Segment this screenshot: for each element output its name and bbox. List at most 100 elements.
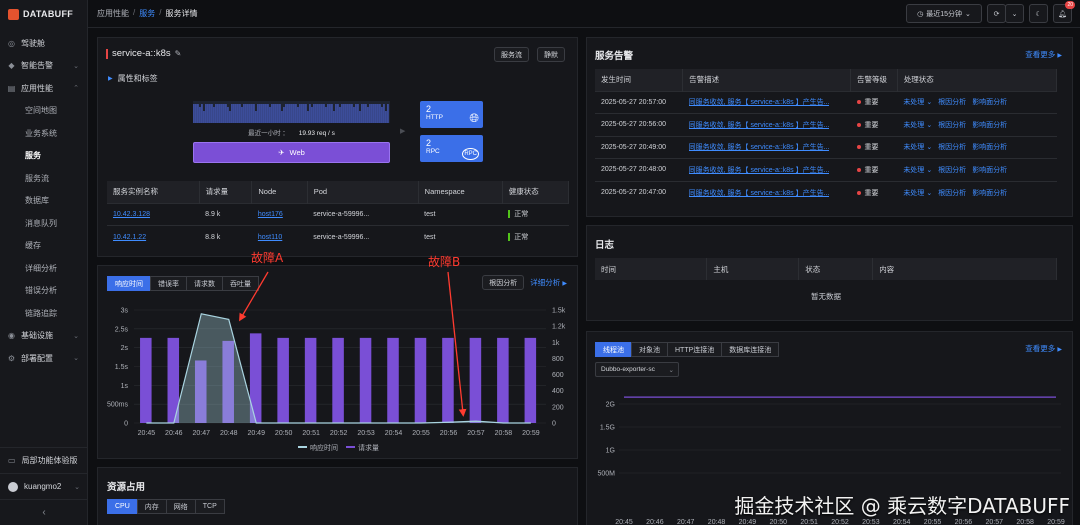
sidebar-item-6[interactable]: 服务流 bbox=[0, 167, 87, 190]
alert-description[interactable]: 同服务收敛, 服务【 service-a::k8s 】产生告... bbox=[689, 97, 830, 107]
brand-logo[interactable]: DATABUFF bbox=[0, 0, 87, 28]
legend-label-requests[interactable]: 请求量 bbox=[358, 443, 379, 452]
column-header[interactable]: 主机 bbox=[706, 258, 800, 280]
alert-status-dropdown[interactable]: 未处理 bbox=[903, 167, 924, 174]
tab-0[interactable]: 响应时间 bbox=[107, 276, 151, 291]
tab-0[interactable]: 线程池 bbox=[595, 342, 632, 357]
root-cause-button[interactable]: 根因分析 bbox=[482, 275, 525, 290]
column-header[interactable]: 内容 bbox=[872, 258, 1057, 280]
column-header[interactable]: 状态 bbox=[798, 258, 874, 280]
sidebar-item-3[interactable]: 空间地图 bbox=[0, 100, 87, 123]
table-cell[interactable]: 10.42.1.22 bbox=[107, 225, 200, 248]
sidebar-item-4[interactable]: 业务系统 bbox=[0, 122, 87, 145]
sidebar-item-2[interactable]: ▤ 应用性能 ⌃ bbox=[0, 77, 87, 100]
web-entry-button[interactable]: ✈ Web bbox=[193, 142, 390, 163]
notification-button[interactable]: 🔔︎ 20 bbox=[1053, 1, 1075, 23]
impact-analysis-link[interactable]: 影响面分析 bbox=[972, 144, 1007, 151]
tab-1[interactable]: 错误率 bbox=[150, 276, 187, 291]
tab-0[interactable]: CPU bbox=[107, 499, 138, 514]
column-header[interactable]: 请求量 bbox=[199, 181, 253, 203]
alert-status-dropdown[interactable]: 未处理 bbox=[903, 144, 924, 151]
root-cause-link[interactable]: 根因分析 bbox=[938, 144, 966, 151]
column-header[interactable]: 健康状态 bbox=[502, 181, 570, 203]
sidebar-item-10[interactable]: 详细分析 bbox=[0, 257, 87, 280]
alert-description[interactable]: 同服务收敛, 服务【 service-a::k8s 】产生告... bbox=[689, 142, 830, 152]
breadcrumb-app-performance[interactable]: 应用性能 bbox=[97, 8, 129, 19]
service-flow-button[interactable]: 服务流 bbox=[494, 47, 529, 62]
column-header[interactable]: 时间 bbox=[595, 258, 708, 280]
user-menu[interactable]: kuangmo2 ⌄ bbox=[0, 473, 88, 499]
collapse-sidebar-button[interactable]: ‹ bbox=[0, 499, 88, 525]
http-endpoint-card[interactable]: 2 HTTP 🌐︎ bbox=[420, 101, 483, 128]
root-cause-link[interactable]: 根因分析 bbox=[938, 167, 966, 174]
tab-1[interactable]: 对象池 bbox=[631, 342, 668, 357]
feature-trial[interactable]: ▭ 局部功能体验版 bbox=[0, 447, 88, 473]
time-range-picker[interactable]: ◷ 最近15分钟 ⌄ bbox=[906, 4, 982, 23]
alert-status-dropdown[interactable]: 未处理 bbox=[903, 122, 924, 129]
table-row[interactable]: 2025-05-27 20:57:00 同服务收敛, 服务【 service-a:… bbox=[595, 90, 1057, 114]
sidebar-item-1[interactable]: ◆ 智能告警 ⌄ bbox=[0, 55, 87, 78]
alerts-view-more-link[interactable]: 查看更多 ▶ bbox=[1025, 49, 1062, 60]
refresh-interval-button[interactable]: ⌄ bbox=[1005, 4, 1024, 23]
rpc-endpoint-card[interactable]: 2 RPC RPC bbox=[420, 135, 483, 162]
pool-view-more-link[interactable]: 查看更多 ▶ bbox=[1025, 343, 1062, 354]
table-row[interactable]: 2025-05-27 20:49:00 同服务收敛, 服务【 service-a:… bbox=[595, 135, 1057, 159]
root-cause-link[interactable]: 根因分析 bbox=[938, 190, 966, 197]
sidebar-item-12[interactable]: 链路追踪 bbox=[0, 302, 87, 325]
tab-2[interactable]: 请求数 bbox=[186, 276, 223, 291]
column-header[interactable]: 告警描述 bbox=[682, 69, 852, 91]
impact-analysis-link[interactable]: 影响面分析 bbox=[972, 190, 1007, 197]
sidebar-item-13[interactable]: ◉ 基础设施 ⌄ bbox=[0, 325, 87, 348]
table-cell[interactable]: host110 bbox=[251, 225, 308, 248]
theme-toggle-button[interactable]: ☾ bbox=[1029, 4, 1048, 23]
alert-description[interactable]: 同服务收敛, 服务【 service-a::k8s 】产生告... bbox=[689, 165, 830, 175]
column-header[interactable]: 服务实例名称 bbox=[107, 181, 200, 203]
tab-1[interactable]: 内存 bbox=[136, 499, 167, 514]
attributes-section-toggle[interactable]: ▶ 属性和标签 bbox=[108, 73, 158, 84]
root-cause-link[interactable]: 根因分析 bbox=[938, 99, 966, 106]
table-cell[interactable]: host176 bbox=[251, 202, 308, 226]
alert-status-dropdown[interactable]: 未处理 bbox=[903, 190, 924, 197]
pool-selector[interactable]: Dubbo-exporter-sc ⌄ bbox=[595, 362, 679, 377]
tab-3[interactable]: 吞吐量 bbox=[222, 276, 259, 291]
column-header[interactable]: Namespace bbox=[418, 181, 503, 203]
sidebar-item-14[interactable]: ⚙ 部署配置 ⌄ bbox=[0, 347, 87, 370]
sidebar-item-8[interactable]: 消息队列 bbox=[0, 212, 87, 235]
tab-3[interactable]: TCP bbox=[194, 499, 225, 514]
column-header[interactable]: 发生时间 bbox=[595, 69, 684, 91]
table-row[interactable]: 2025-05-27 20:48:00 同服务收敛, 服务【 service-a:… bbox=[595, 158, 1057, 181]
alert-description[interactable]: 同服务收敛, 服务【 service-a::k8s 】产生告... bbox=[689, 120, 830, 130]
sidebar-item-7[interactable]: 数据库 bbox=[0, 190, 87, 213]
tab-2[interactable]: 网络 bbox=[165, 499, 196, 514]
edit-icon[interactable]: ✎ bbox=[175, 49, 182, 58]
legend-label-response-time[interactable]: 响应时间 bbox=[310, 443, 338, 452]
x-tick-label: 20:46 bbox=[646, 519, 664, 525]
column-header[interactable]: 告警等级 bbox=[850, 69, 898, 91]
table-row[interactable]: 10.42.1.22 8.8 k host110 service-a-59996...… bbox=[107, 225, 569, 248]
silence-button[interactable]: 静默 bbox=[537, 47, 565, 62]
alert-description[interactable]: 同服务收敛, 服务【 service-a::k8s 】产生告... bbox=[689, 188, 830, 198]
refresh-button[interactable]: ⟳ bbox=[987, 4, 1006, 23]
tab-3[interactable]: 数据库连接池 bbox=[721, 342, 780, 357]
column-header[interactable]: 处理状态 bbox=[897, 69, 1058, 91]
impact-analysis-link[interactable]: 影响面分析 bbox=[972, 99, 1007, 106]
table-row[interactable]: 2025-05-27 20:56:00 同服务收敛, 服务【 service-a:… bbox=[595, 113, 1057, 136]
breadcrumb-service[interactable]: 服务 bbox=[139, 8, 155, 19]
table-cell[interactable]: 10.42.3.128 bbox=[107, 202, 200, 226]
table-row[interactable]: 2025-05-27 20:47:00 同服务收敛, 服务【 service-a:… bbox=[595, 180, 1057, 204]
sidebar-item-11[interactable]: 错误分析 bbox=[0, 280, 87, 303]
column-header[interactable]: Node bbox=[251, 181, 308, 203]
impact-analysis-link[interactable]: 影响面分析 bbox=[972, 122, 1007, 129]
tab-2[interactable]: HTTP连接池 bbox=[667, 342, 723, 357]
user-name: kuangmo2 bbox=[24, 482, 62, 491]
table-row[interactable]: 10.42.3.128 8.9 k host176 service-a-59996..… bbox=[107, 202, 569, 226]
impact-analysis-link[interactable]: 影响面分析 bbox=[972, 167, 1007, 174]
sidebar-item-9[interactable]: 缓存 bbox=[0, 235, 87, 258]
detail-analysis-link[interactable]: 详细分析 ▶ bbox=[530, 277, 567, 288]
sidebar-item-0[interactable]: ◎ 驾驶舱 bbox=[0, 32, 87, 55]
metric-tabs: 响应时间 错误率 请求数 吞吐量 bbox=[107, 276, 259, 291]
root-cause-link[interactable]: 根因分析 bbox=[938, 122, 966, 129]
alert-status-dropdown[interactable]: 未处理 bbox=[903, 99, 924, 106]
column-header[interactable]: Pod bbox=[307, 181, 419, 203]
sidebar-item-5[interactable]: 服务 bbox=[0, 145, 87, 168]
